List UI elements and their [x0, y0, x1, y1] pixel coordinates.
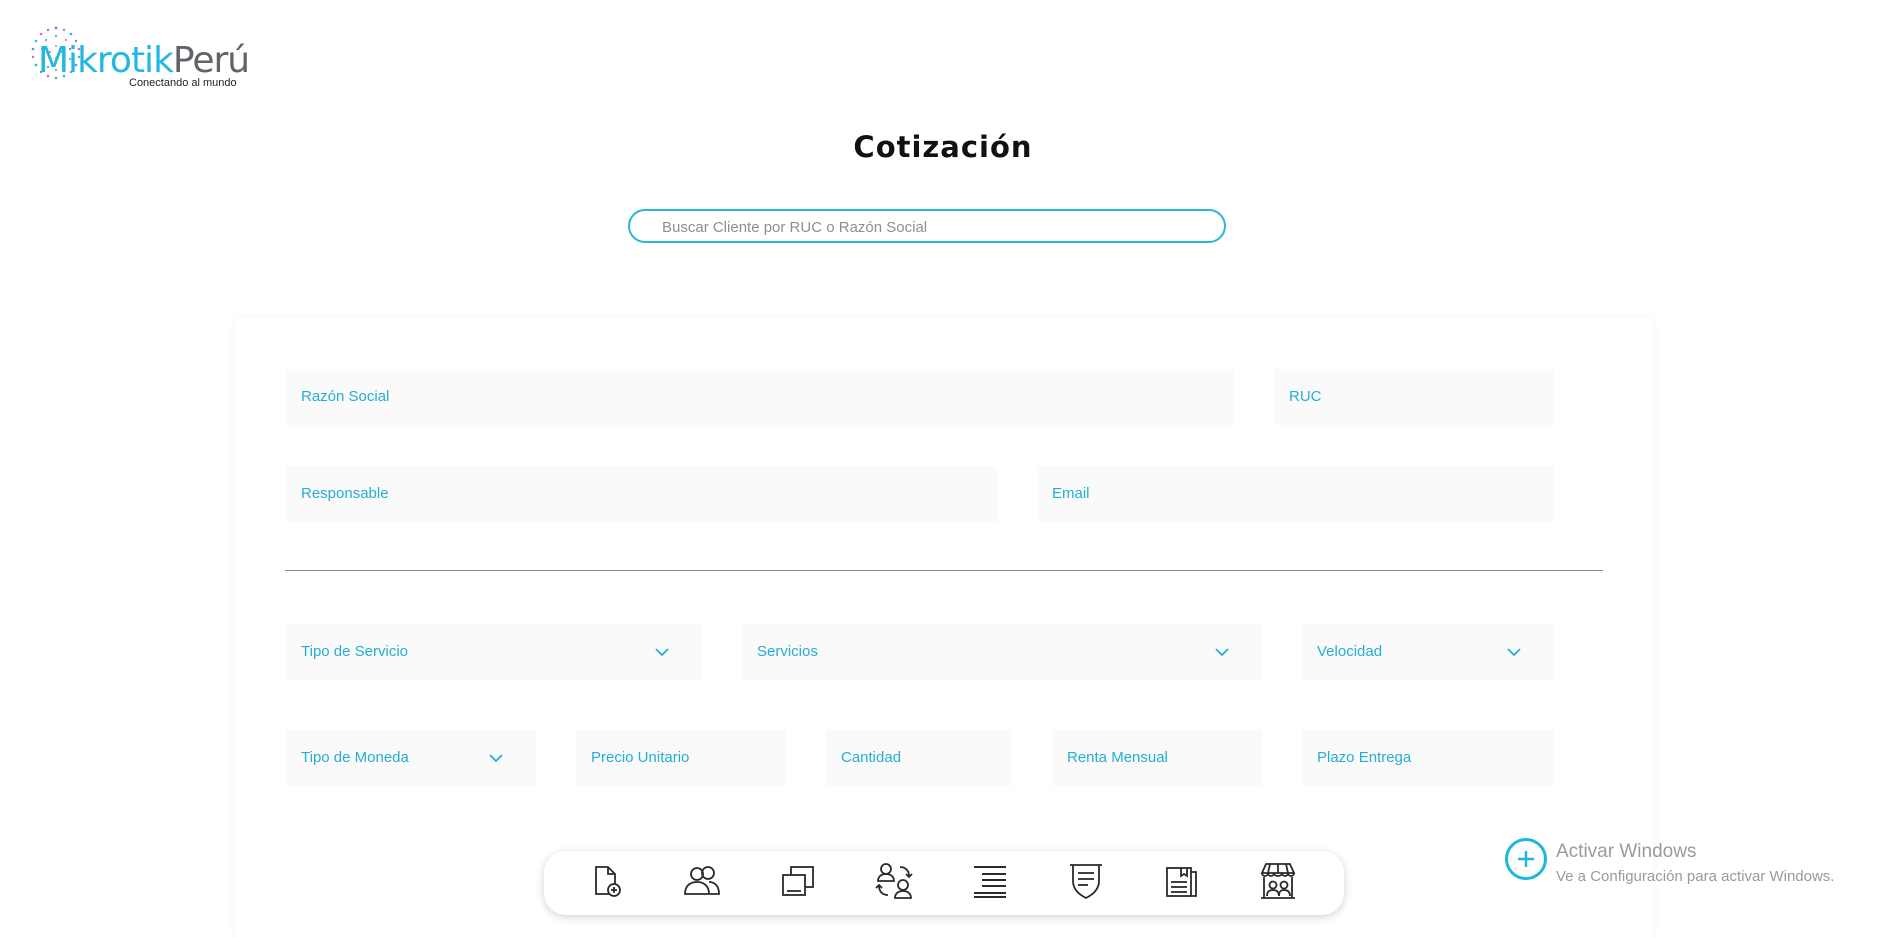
client-search-box[interactable] — [628, 209, 1226, 243]
list-icon[interactable] — [968, 859, 1012, 903]
responsable-label: Responsable — [301, 485, 389, 502]
precio-unitario-label: Precio Unitario — [591, 749, 690, 766]
users-icon[interactable] — [680, 859, 724, 903]
email-field[interactable]: Email — [1037, 466, 1554, 522]
chevron-down-icon — [655, 648, 669, 657]
shield-list-icon[interactable] — [1064, 859, 1108, 903]
logo-tagline: Conectando al mundo — [129, 77, 237, 89]
logo[interactable]: MikrotikPerú Conectando al mundo — [26, 22, 250, 90]
activate-windows-icon — [1505, 838, 1547, 880]
responsable-field[interactable]: Responsable — [286, 466, 997, 522]
cantidad-label: Cantidad — [841, 749, 902, 766]
ruc-label: RUC — [1289, 388, 1322, 405]
renta-mensual-label: Renta Mensual — [1067, 749, 1168, 766]
plazo-entrega-field[interactable]: Plazo Entrega — [1302, 730, 1554, 786]
chevron-down-icon — [1215, 648, 1229, 657]
servicios-label: Servicios — [757, 643, 818, 660]
customer-exchange-icon[interactable] — [872, 859, 916, 903]
chevron-down-icon — [1507, 648, 1521, 657]
new-document-icon[interactable] — [584, 859, 628, 903]
logo-brand-part1: Mikrotik — [38, 40, 174, 81]
plazo-entrega-label: Plazo Entrega — [1317, 749, 1412, 766]
chevron-down-icon — [489, 754, 503, 763]
logo-brand-part2: Perú — [172, 40, 250, 81]
tipo-servicio-select[interactable]: Tipo de Servicio — [286, 624, 702, 680]
tipo-moneda-label: Tipo de Moneda — [301, 749, 409, 766]
velocidad-select[interactable]: Velocidad — [1302, 624, 1554, 680]
cantidad-field[interactable]: Cantidad — [826, 730, 1012, 786]
razon-social-label: Razón Social — [301, 388, 390, 405]
store-icon[interactable] — [1256, 859, 1300, 903]
servicios-select[interactable]: Servicios — [742, 624, 1262, 680]
tipo-servicio-label: Tipo de Servicio — [301, 643, 408, 660]
section-divider — [285, 570, 1603, 571]
client-search-input[interactable] — [660, 211, 1204, 243]
bottom-dock — [544, 851, 1344, 915]
activate-windows-subtitle: Ve a Configuración para activar Windows. — [1556, 868, 1835, 885]
devices-icon[interactable] — [776, 859, 820, 903]
velocidad-label: Velocidad — [1317, 643, 1383, 660]
precio-unitario-field[interactable]: Precio Unitario — [576, 730, 786, 786]
activate-windows-title: Activar Windows — [1556, 841, 1697, 862]
renta-mensual-field[interactable]: Renta Mensual — [1052, 730, 1262, 786]
logo-wordmark: MikrotikPerú — [38, 40, 250, 81]
page-title: Cotización — [853, 130, 1033, 164]
tipo-moneda-select[interactable]: Tipo de Moneda — [286, 730, 536, 786]
catalog-icon[interactable] — [1160, 859, 1204, 903]
email-label: Email — [1052, 485, 1090, 502]
razon-social-field[interactable]: Razón Social — [286, 369, 1234, 425]
ruc-field[interactable]: RUC — [1274, 369, 1554, 425]
